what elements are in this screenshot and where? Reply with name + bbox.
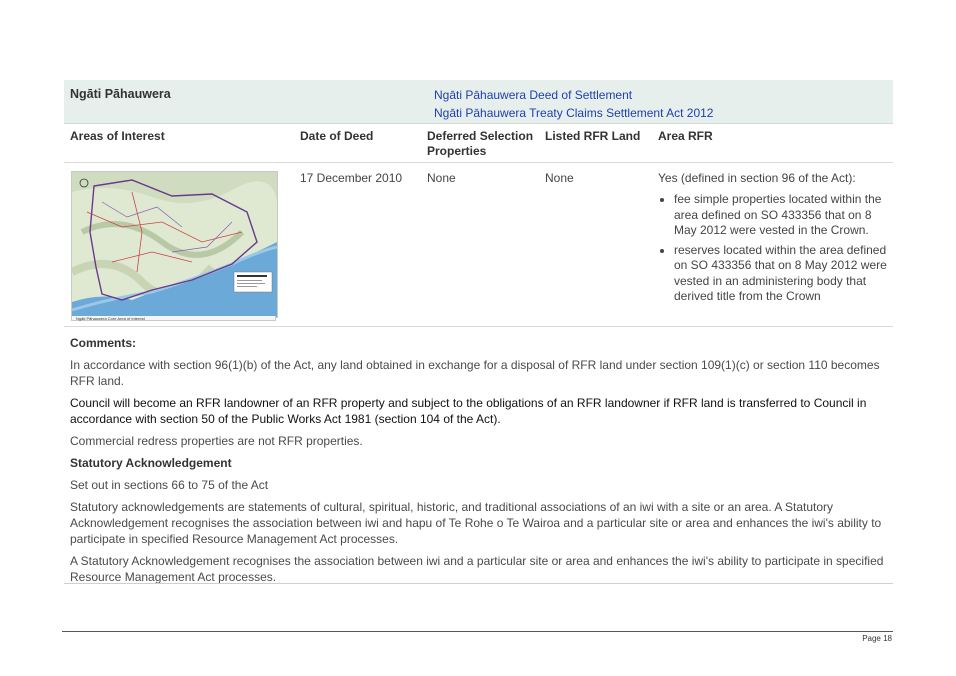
settlement-act-link[interactable]: Ngāti Pāhauwera Treaty Claims Settlement… bbox=[434, 104, 713, 122]
date-of-deed-value: 17 December 2010 bbox=[300, 171, 403, 185]
col-deferred-selection: Deferred Selection Properties bbox=[427, 129, 533, 159]
settlement-table: Ngāti Pāhauwera Ngāti Pāhauwera Deed of … bbox=[64, 80, 893, 591]
area-of-interest-map bbox=[71, 171, 278, 318]
col-deferred-line1: Deferred Selection bbox=[427, 129, 534, 143]
iwi-banner: Ngāti Pāhauwera Ngāti Pāhauwera Deed of … bbox=[64, 80, 893, 124]
comment-paragraph: Commercial redress properties are not RF… bbox=[70, 434, 363, 448]
map-caption: Ngāti Pāhauwera Core Area of Interest bbox=[71, 316, 276, 321]
col-deferred-line2: Properties bbox=[427, 144, 487, 158]
settlement-links: Ngāti Pāhauwera Deed of Settlement Ngāti… bbox=[434, 86, 713, 122]
sa-paragraph: Set out in sections 66 to 75 of the Act bbox=[70, 478, 269, 492]
statutory-acknowledgement-heading: Statutory Acknowledgement bbox=[70, 456, 232, 470]
col-date-of-deed: Date of Deed bbox=[300, 129, 374, 143]
list-item: reserves located within the area defined… bbox=[674, 243, 890, 305]
area-rfr-value: Yes (defined in section 96 of the Act): … bbox=[658, 171, 890, 309]
topographic-map-image bbox=[72, 172, 277, 317]
page-number: Page 18 bbox=[862, 634, 892, 643]
listed-rfr-value: None bbox=[545, 171, 574, 185]
iwi-name: Ngāti Pāhauwera bbox=[70, 87, 171, 101]
sa-paragraph: Statutory acknowledgements are statement… bbox=[70, 500, 882, 546]
area-rfr-list: fee simple properties located within the… bbox=[658, 192, 890, 305]
deed-of-settlement-link[interactable]: Ngāti Pāhauwera Deed of Settlement bbox=[434, 86, 713, 104]
table-row: Ngāti Pāhauwera Core Area of Interest 17… bbox=[64, 163, 893, 327]
comment-paragraph: In accordance with section 96(1)(b) of t… bbox=[70, 358, 880, 388]
footer-rule bbox=[62, 631, 893, 632]
section-divider bbox=[64, 583, 893, 584]
comments-section: Comments: In accordance with section 96(… bbox=[64, 327, 893, 585]
comments-heading: Comments: bbox=[70, 336, 137, 350]
col-area-rfr: Area RFR bbox=[658, 129, 713, 143]
sa-paragraph: A Statutory Acknowledgement recognises t… bbox=[70, 554, 884, 584]
area-rfr-intro: Yes (defined in section 96 of the Act): bbox=[658, 171, 856, 185]
comment-paragraph: Council will become an RFR landowner of … bbox=[70, 396, 867, 426]
list-item: fee simple properties located within the… bbox=[674, 192, 890, 239]
col-areas-of-interest: Areas of Interest bbox=[70, 129, 165, 143]
deferred-selection-value: None bbox=[427, 171, 456, 185]
table-header: Areas of Interest Date of Deed Deferred … bbox=[64, 124, 893, 163]
col-listed-rfr-land: Listed RFR Land bbox=[545, 129, 641, 143]
